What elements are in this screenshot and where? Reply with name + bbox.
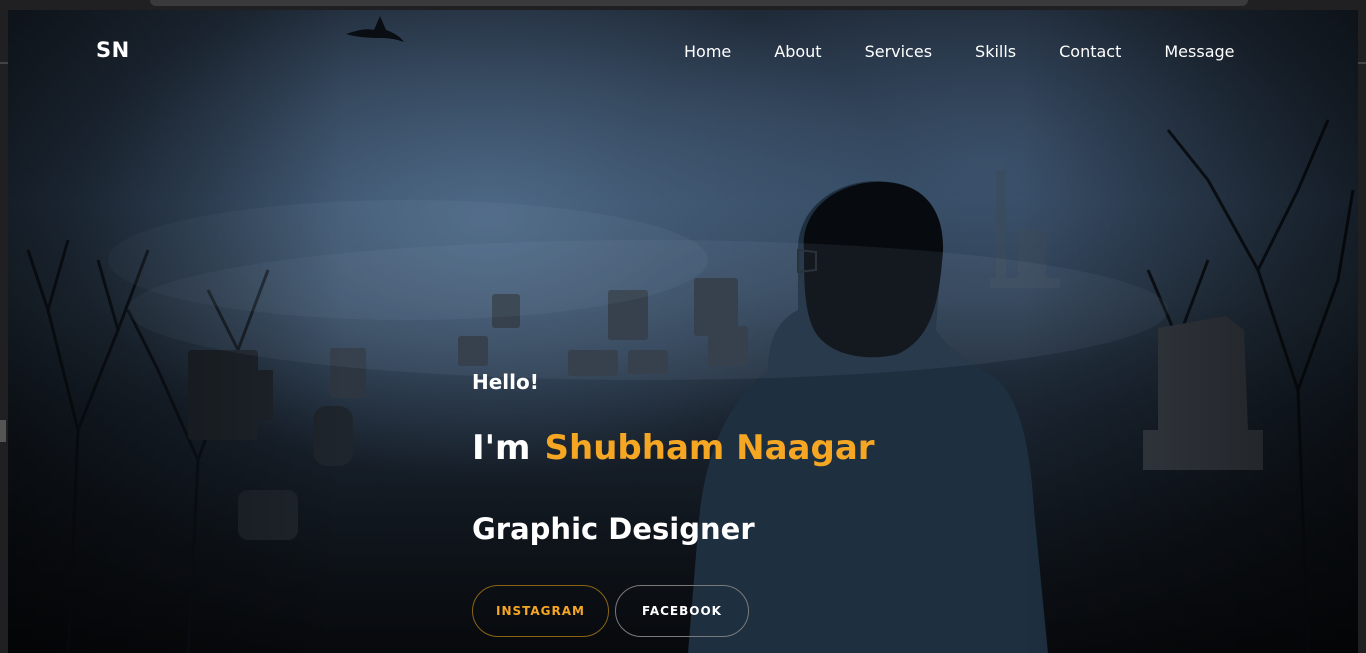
window-edge-handle <box>0 420 6 442</box>
hero-name: Shubham Naagar <box>544 428 875 468</box>
main-navigation: Home About Services Skills Contact Messa… <box>684 42 1235 61</box>
nav-link-home[interactable]: Home <box>684 42 731 61</box>
nav-link-about[interactable]: About <box>774 42 821 61</box>
nav-link-message[interactable]: Message <box>1164 42 1234 61</box>
hero-intro-prefix: I'm <box>472 428 531 468</box>
foreground-tombstones-left <box>188 350 353 540</box>
hero-role: Graphic Designer <box>472 512 755 546</box>
window-edge-line-right <box>1358 62 1366 64</box>
nav-link-contact[interactable]: Contact <box>1059 42 1121 61</box>
browser-top-bar <box>150 0 1248 6</box>
nav-link-services[interactable]: Services <box>865 42 932 61</box>
hero-background-scene <box>26 16 1355 653</box>
browser-viewport: SN Home About Services Skills Contact Me… <box>0 0 1366 653</box>
hero-section: SN Home About Services Skills Contact Me… <box>8 10 1358 653</box>
facebook-button[interactable]: FACEBOOK <box>615 585 749 637</box>
nav-link-skills[interactable]: Skills <box>975 42 1016 61</box>
window-edge-line-left <box>0 62 8 64</box>
instagram-button[interactable]: INSTAGRAM <box>472 585 609 637</box>
foreground-tombstone-right <box>1143 316 1263 470</box>
hero-intro-heading: I'm Shubham Naagar <box>472 428 875 468</box>
site-logo[interactable]: SN <box>96 38 130 62</box>
bird-icon <box>346 16 404 42</box>
hero-greeting: Hello! <box>472 370 539 394</box>
